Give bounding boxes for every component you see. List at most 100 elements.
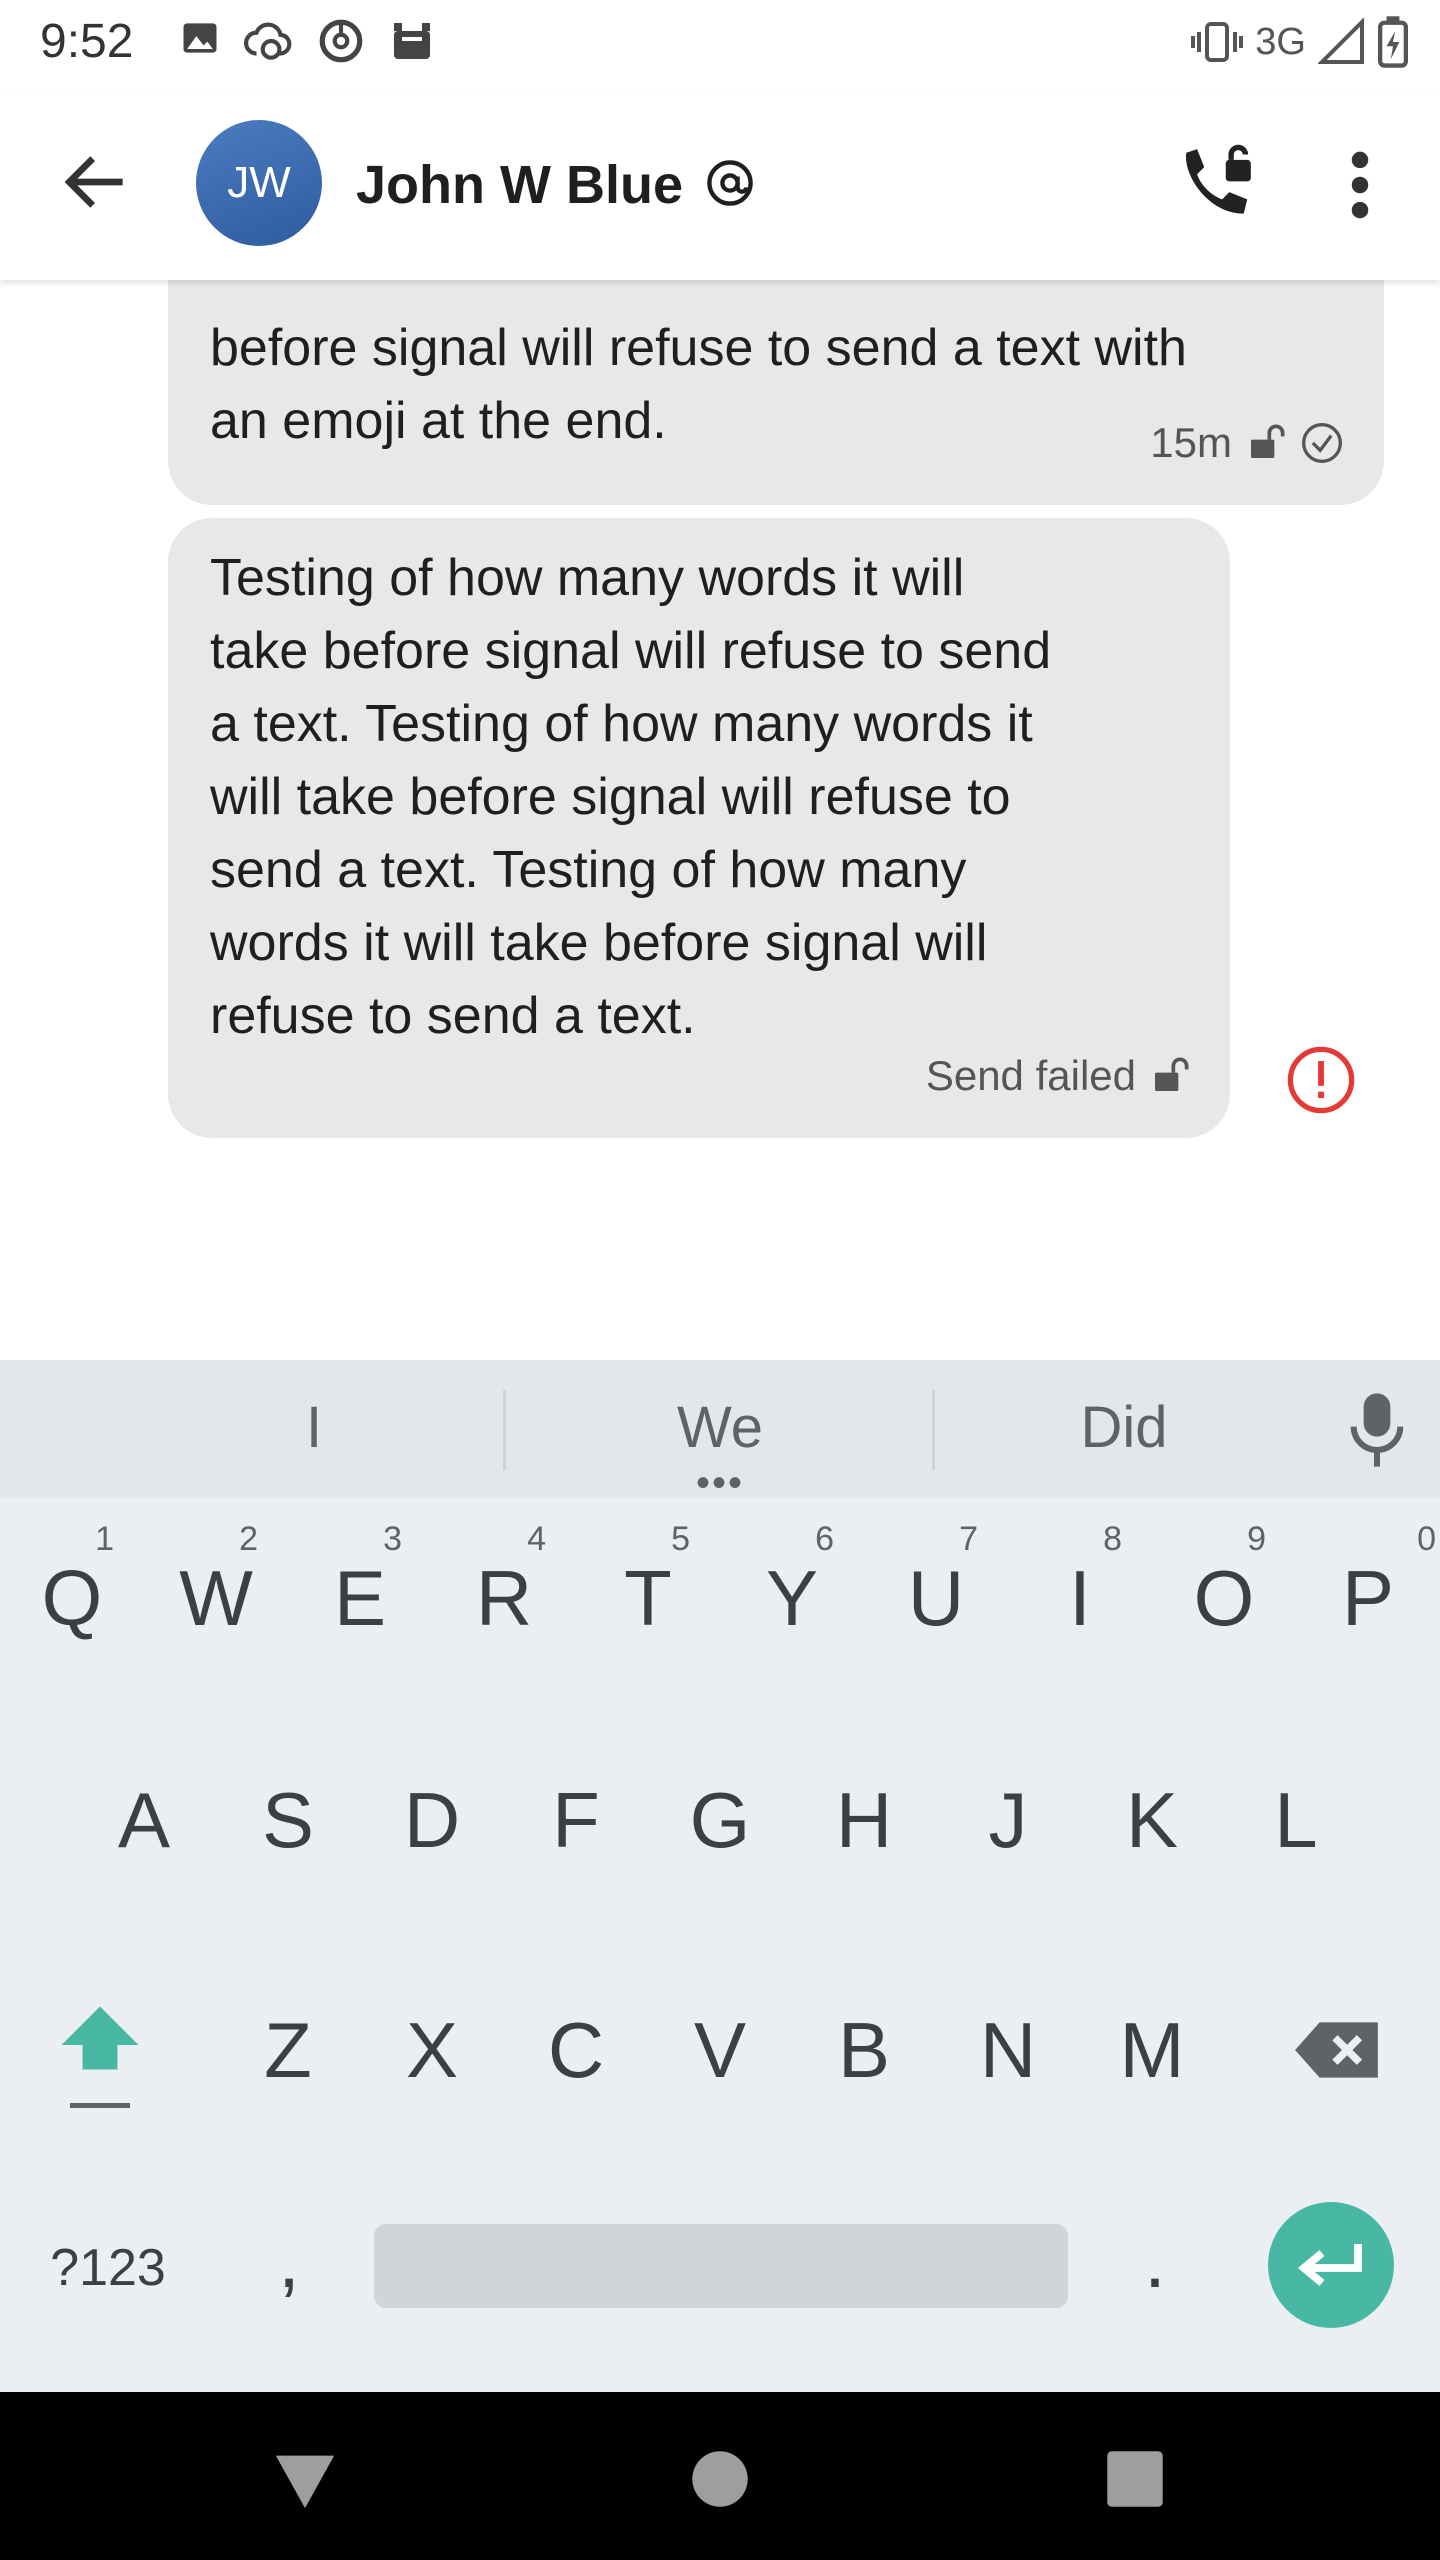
key-r[interactable]: R4 bbox=[432, 1508, 576, 1688]
conversation-header: JW John W Blue bbox=[0, 90, 1440, 280]
key-hint: 3 bbox=[383, 1520, 402, 1558]
message-bubble-failed[interactable]: Testing of how many words it will take b… bbox=[168, 518, 1230, 1138]
key-label: I bbox=[1069, 1553, 1091, 1642]
nav-recents-icon[interactable] bbox=[1100, 2444, 1170, 2514]
suggestion-1[interactable]: I bbox=[164, 1394, 464, 1461]
key-n[interactable]: N bbox=[936, 1960, 1080, 2140]
key-hint: 0 bbox=[1417, 1520, 1436, 1558]
nav-home-icon[interactable] bbox=[685, 2444, 755, 2514]
key-hint: 7 bbox=[959, 1520, 978, 1558]
key-y[interactable]: Y6 bbox=[720, 1508, 864, 1688]
backspace-icon bbox=[1295, 2022, 1378, 2078]
nav-back-icon[interactable] bbox=[270, 2444, 340, 2514]
key-label: E bbox=[333, 1553, 387, 1642]
key-v[interactable]: V bbox=[648, 1960, 792, 2140]
message-time: 15m bbox=[1150, 419, 1232, 466]
key-l[interactable]: L bbox=[1224, 1730, 1368, 1910]
key-d[interactable]: D bbox=[360, 1730, 504, 1910]
key-label: P bbox=[1341, 1553, 1395, 1642]
key-label: Y bbox=[765, 1553, 819, 1642]
key-hint: 6 bbox=[815, 1520, 834, 1558]
key-u[interactable]: U7 bbox=[864, 1508, 1008, 1688]
key-z[interactable]: Z bbox=[216, 1960, 360, 2140]
back-arrow-icon bbox=[64, 156, 123, 208]
suggestion-strip: I We ••• Did bbox=[0, 1360, 1440, 1503]
unlocked-icon bbox=[1251, 424, 1285, 458]
at-sign-icon bbox=[707, 160, 753, 206]
shift-key[interactable] bbox=[40, 1980, 160, 2130]
period-key[interactable]: . bbox=[1080, 2170, 1230, 2350]
key-e[interactable]: E3 bbox=[288, 1508, 432, 1688]
sync-cloud-icon bbox=[244, 22, 292, 60]
suggestion-3[interactable]: Did bbox=[974, 1394, 1274, 1461]
key-a[interactable]: A bbox=[72, 1730, 216, 1910]
message-bubble[interactable]: before signal will refuse to send a text… bbox=[168, 280, 1384, 505]
key-label: W bbox=[179, 1553, 253, 1642]
key-label: U bbox=[907, 1553, 965, 1642]
key-p[interactable]: P0 bbox=[1296, 1508, 1440, 1688]
enter-icon bbox=[1297, 2244, 1362, 2286]
key-h[interactable]: H bbox=[792, 1730, 936, 1910]
key-m[interactable]: M bbox=[1080, 1960, 1224, 2140]
soft-keyboard: I We ••• Did Q1 W2 E3 R4 T5 Y6 U7 I8 O9 … bbox=[0, 1360, 1440, 2392]
key-hint: 2 bbox=[239, 1520, 258, 1558]
keyboard-voice-button[interactable] bbox=[1342, 1390, 1412, 1470]
secure-call-icon bbox=[1185, 144, 1251, 214]
more-vert-icon bbox=[1351, 151, 1369, 219]
key-q[interactable]: Q1 bbox=[0, 1508, 144, 1688]
contact-avatar[interactable]: JW bbox=[196, 120, 322, 246]
signal-icon bbox=[1318, 18, 1364, 64]
key-f[interactable]: F bbox=[504, 1730, 648, 1910]
key-x[interactable]: X bbox=[360, 1960, 504, 2140]
more-options-button[interactable] bbox=[1330, 142, 1390, 228]
contact-name-text: John W Blue bbox=[356, 155, 683, 215]
key-j[interactable]: J bbox=[936, 1730, 1080, 1910]
network-type: 3G bbox=[1255, 20, 1306, 63]
comma-key[interactable]: , bbox=[214, 2170, 364, 2350]
space-key[interactable] bbox=[374, 2224, 1068, 2308]
secure-call-button[interactable] bbox=[1172, 142, 1258, 228]
symbols-key[interactable]: ?123 bbox=[36, 2178, 180, 2358]
key-i[interactable]: I8 bbox=[1008, 1508, 1152, 1688]
status-bar: 9:52 3G bbox=[0, 0, 1440, 90]
shift-icon bbox=[61, 2006, 139, 2069]
delivered-check-icon bbox=[1302, 422, 1342, 463]
message-text: Testing of how many words it will take b… bbox=[210, 549, 1052, 1045]
key-k[interactable]: K bbox=[1080, 1730, 1224, 1910]
suggestion-divider bbox=[503, 1390, 506, 1470]
key-c[interactable]: C bbox=[504, 1960, 648, 2140]
key-hint: 8 bbox=[1103, 1520, 1122, 1558]
contact-name[interactable]: John W Blue bbox=[356, 154, 756, 216]
status-time: 9:52 bbox=[40, 15, 134, 68]
back-button[interactable] bbox=[56, 142, 136, 222]
send-failed-label: Send failed bbox=[925, 1052, 1136, 1099]
key-o[interactable]: O9 bbox=[1152, 1508, 1296, 1688]
key-hint: 4 bbox=[527, 1520, 546, 1558]
error-alert-icon[interactable] bbox=[1286, 1045, 1356, 1115]
data-saver-icon bbox=[319, 19, 363, 63]
key-w[interactable]: W2 bbox=[144, 1508, 288, 1688]
key-hint: 9 bbox=[1247, 1520, 1266, 1558]
system-navigation-bar bbox=[0, 2392, 1440, 2560]
vibrate-icon bbox=[1191, 22, 1244, 62]
unlocked-icon bbox=[1155, 1057, 1189, 1091]
backspace-key[interactable] bbox=[1292, 2010, 1384, 2090]
suggestion-2[interactable]: We bbox=[570, 1394, 870, 1461]
enter-key[interactable] bbox=[1268, 2202, 1394, 2328]
key-label: R bbox=[475, 1553, 533, 1642]
key-g[interactable]: G bbox=[648, 1730, 792, 1910]
message-meta: 15m bbox=[1150, 406, 1344, 479]
message-meta: Send failed bbox=[926, 1039, 1190, 1112]
key-t[interactable]: T5 bbox=[576, 1508, 720, 1688]
key-s[interactable]: S bbox=[216, 1730, 360, 1910]
image-icon bbox=[183, 23, 217, 53]
microphone-icon bbox=[1350, 1393, 1404, 1467]
message-list[interactable]: before signal will refuse to send a text… bbox=[0, 280, 1440, 1360]
battery-charging-icon bbox=[1378, 16, 1408, 68]
key-label: O bbox=[1193, 1553, 1255, 1642]
android-icon bbox=[394, 23, 430, 59]
key-b[interactable]: B bbox=[792, 1960, 936, 2140]
key-label: Q bbox=[41, 1553, 103, 1642]
caps-indicator bbox=[70, 2102, 130, 2108]
avatar-initials: JW bbox=[227, 158, 291, 207]
